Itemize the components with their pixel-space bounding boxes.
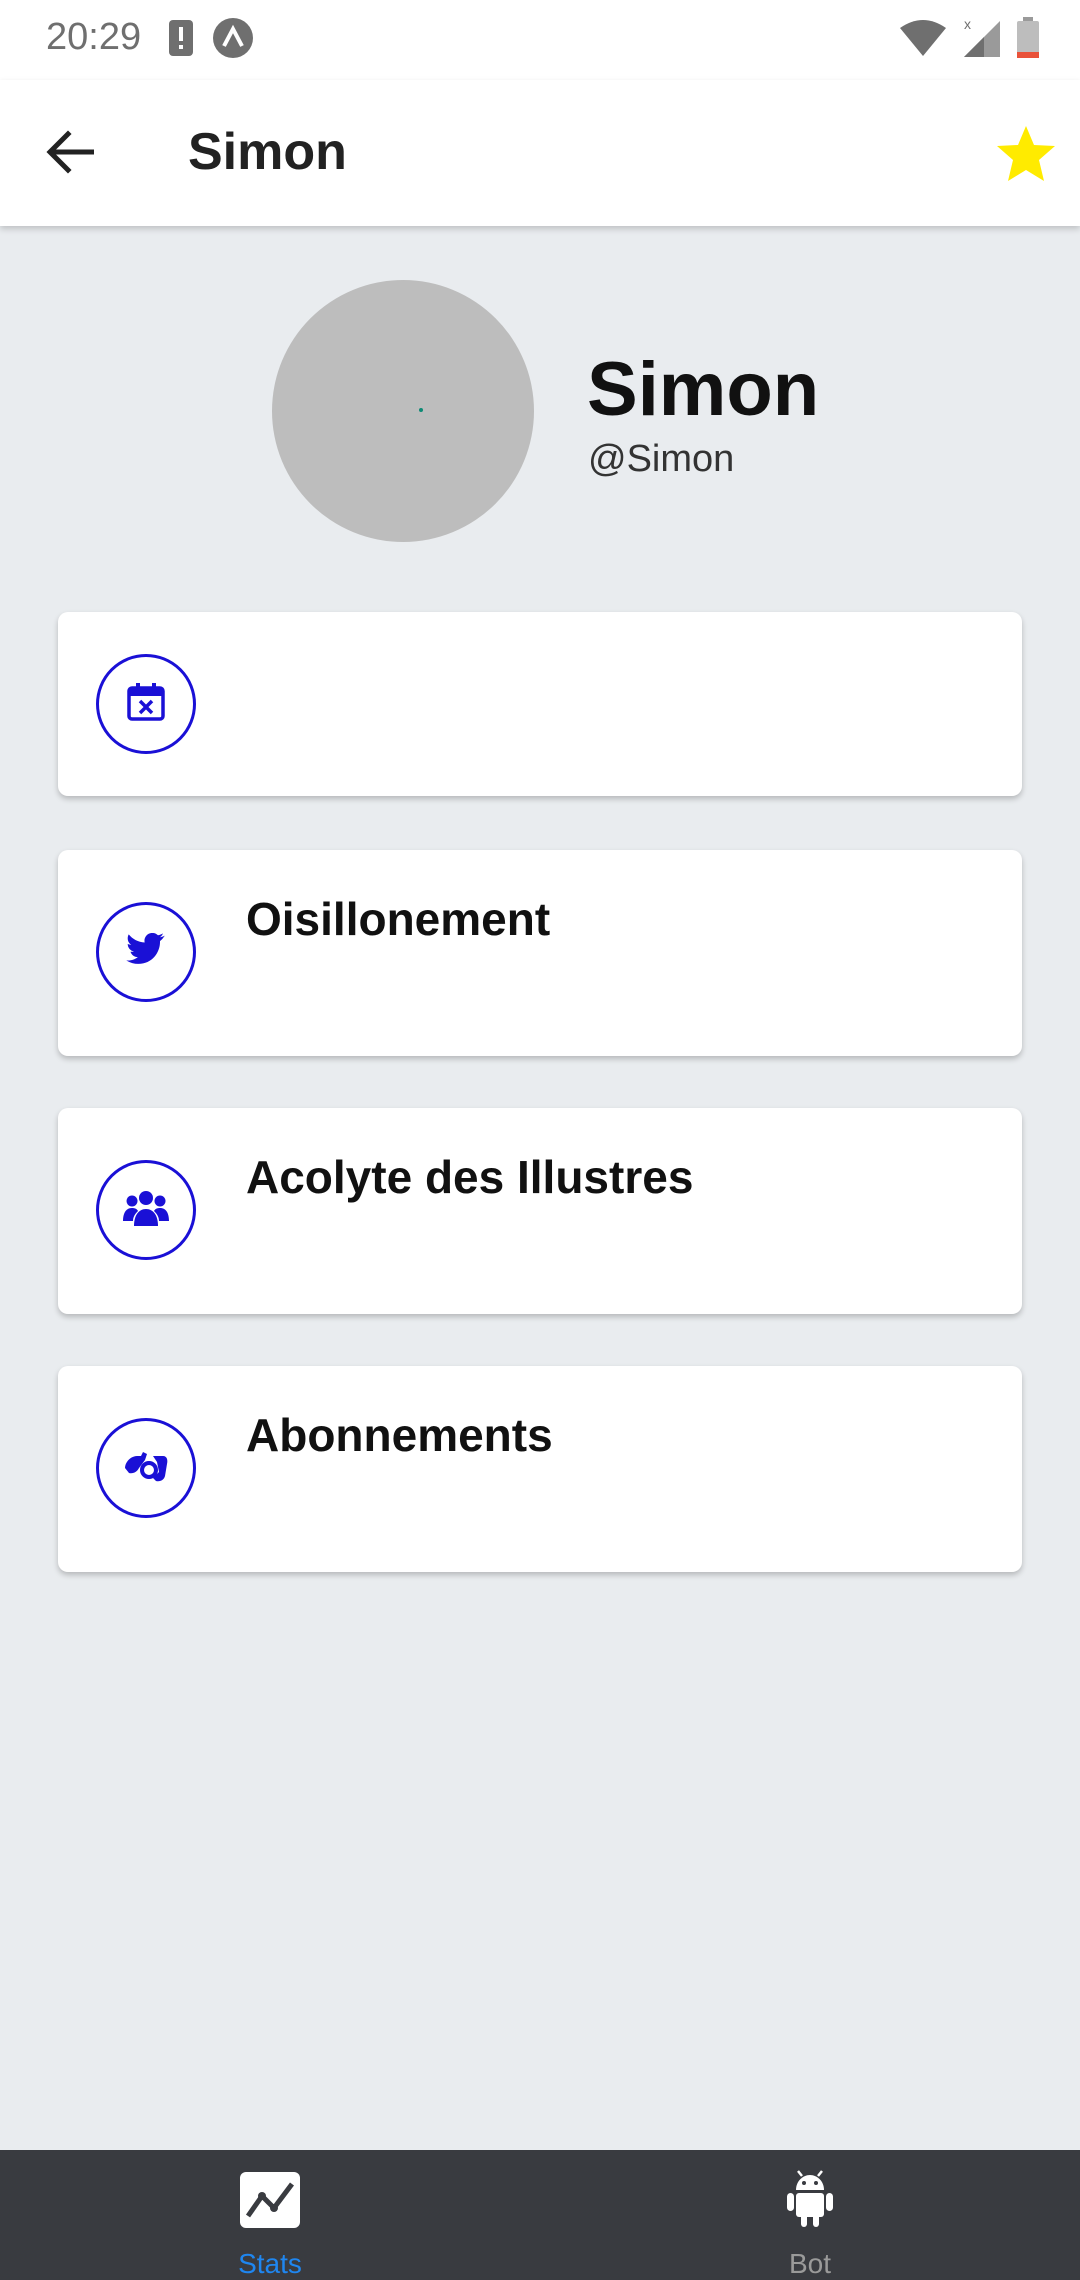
profile-handle: @Simon (588, 438, 735, 480)
page-title: Simon (188, 123, 347, 181)
tab-stats[interactable]: Stats (0, 2150, 540, 2280)
favorite-button[interactable] (994, 122, 1058, 186)
twitter-bird-icon (126, 932, 166, 972)
card-label: Oisillonement (246, 893, 551, 945)
card-icon (96, 1160, 196, 1260)
calendar-x-icon (126, 682, 166, 727)
status-bar: 20:29 x (0, 0, 1080, 80)
group-icon (123, 1189, 169, 1232)
signal-icon: x (962, 16, 1002, 64)
status-time: 20:29 (46, 16, 142, 58)
card-icon (96, 1418, 196, 1518)
chart-line-icon (238, 2170, 302, 2230)
svg-text:x: x (964, 17, 971, 32)
arrow-back-icon (46, 129, 95, 179)
tab-label: Bot (788, 2248, 832, 2279)
card-oisillonement[interactable]: Oisillonement (58, 850, 1022, 1056)
hands-icon (123, 1448, 169, 1489)
card-icon (96, 654, 196, 754)
card-abonnements[interactable]: Abonnements (58, 1366, 1022, 1572)
bottom-nav: Stats Bot (0, 2150, 1080, 2280)
wifi-icon (898, 18, 948, 63)
profile-name: Simon (587, 347, 820, 432)
card-acolyte[interactable]: Acolyte des Illustres (58, 1108, 1022, 1314)
profile-header: Simon @Simon (0, 226, 1080, 576)
avatar[interactable] (272, 280, 534, 542)
card-calendar[interactable] (58, 612, 1022, 796)
loading-indicator (419, 408, 423, 412)
star-icon (994, 126, 1058, 190)
app-bar: Simon (0, 80, 1080, 226)
card-label: Abonnements (246, 1409, 553, 1461)
tab-label: Stats (238, 2248, 302, 2279)
alert-icon (168, 19, 194, 62)
tab-bot[interactable]: Bot (540, 2150, 1080, 2280)
app-logo-icon (212, 17, 254, 64)
card-label: Acolyte des Illustres (246, 1151, 694, 1203)
battery-icon (1016, 16, 1040, 64)
android-icon (778, 2170, 842, 2230)
back-button[interactable] (40, 124, 100, 184)
card-icon (96, 902, 196, 1002)
